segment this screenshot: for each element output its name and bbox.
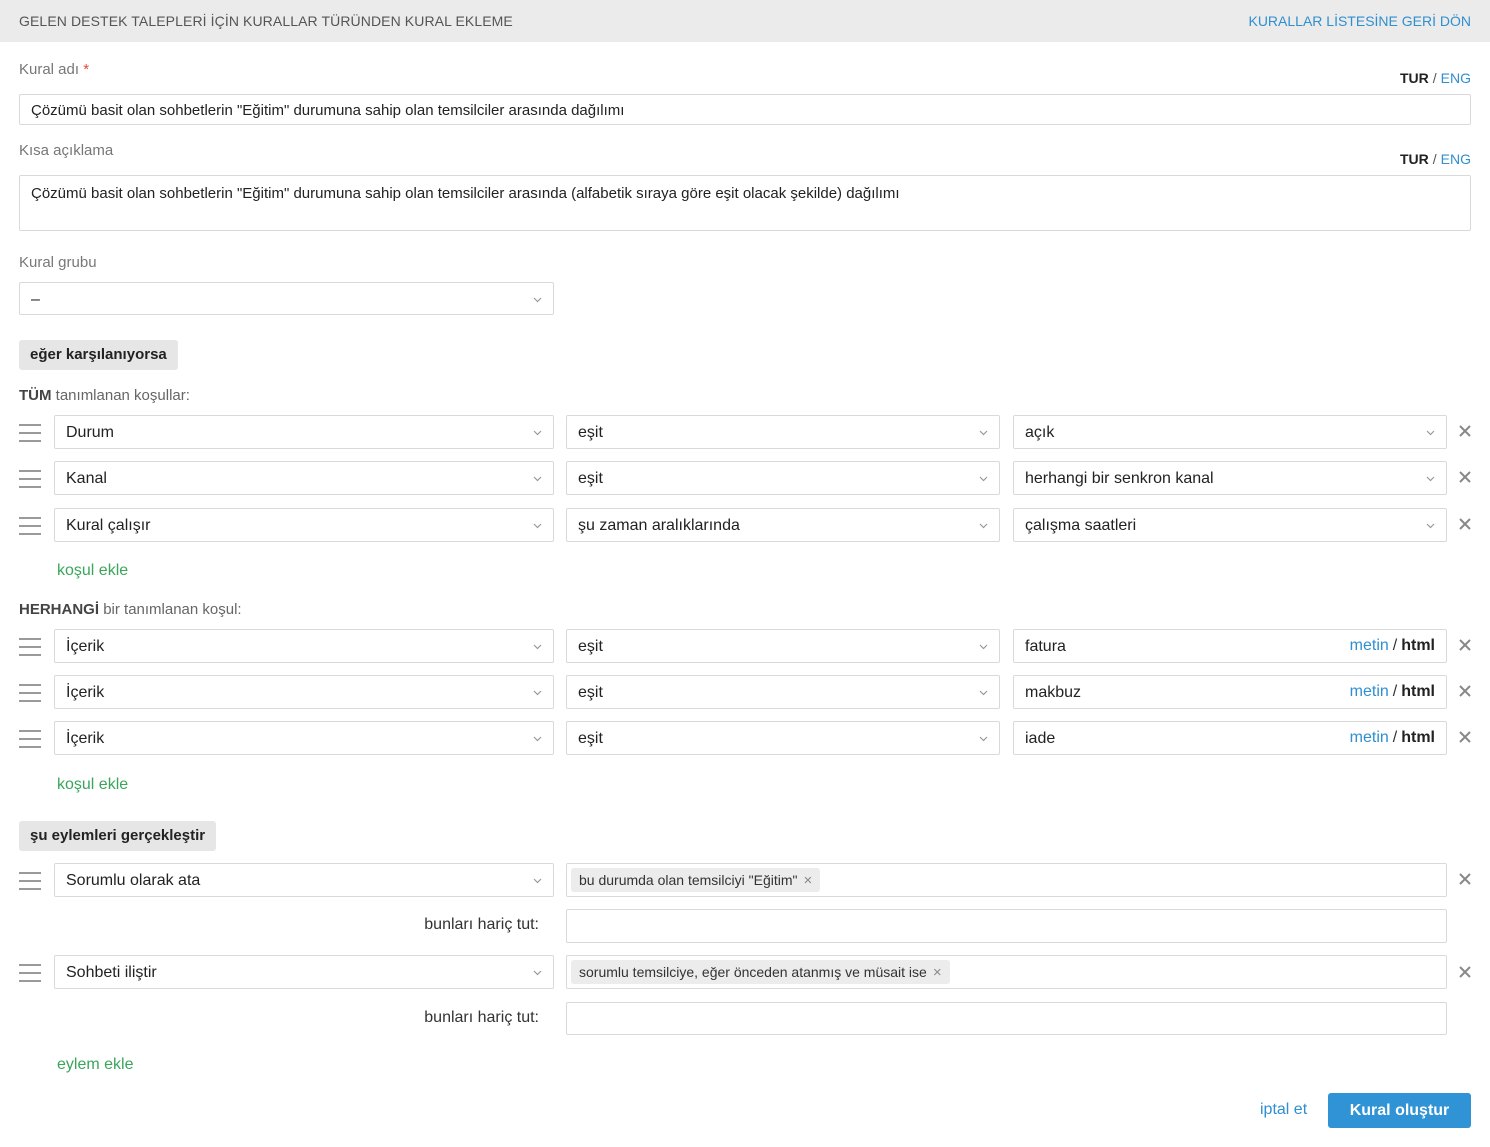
close-icon[interactable] [1457,683,1473,699]
drag-handle-icon[interactable] [19,730,41,748]
all-conditions-caption: TÜM tanımlanan koşullar: [19,387,190,404]
action-type-select[interactable]: Sohbeti iliştir [54,955,554,989]
page-header: GELEN DESTEK TALEPLERİ İÇİN KURALLAR TÜR… [0,0,1490,42]
page-title: GELEN DESTEK TALEPLERİ İÇİN KURALLAR TÜR… [19,13,513,29]
required-mark: * [83,61,90,78]
condition-field-select[interactable]: İçerik [54,721,554,755]
exclude-label: bunları hariç tut: [424,916,539,933]
close-icon[interactable] [1457,871,1473,887]
short-description-textarea[interactable]: Çözümü basit olan sohbetlerin "Eğitim" d… [19,175,1471,231]
chevron-down-icon [533,521,542,530]
add-condition-all-link[interactable]: koşul ekle [57,562,128,580]
lang-eng[interactable]: ENG [1441,70,1471,86]
lang-tur[interactable]: TUR [1400,151,1429,167]
chevron-down-icon [979,734,988,743]
lang-eng[interactable]: ENG [1441,151,1471,167]
format-toggle: metin / html [1349,683,1435,700]
chevron-down-icon [533,642,542,651]
create-rule-button[interactable]: Kural oluştur [1328,1093,1471,1128]
target-tag: bu durumda olan temsilciyi "Eğitim" × [571,868,821,892]
action-target-tag-input[interactable]: sorumlu temsilciye, eğer önceden atanmış… [566,955,1447,989]
chevron-down-icon [1426,428,1435,437]
exclude-label: bunları hariç tut: [424,1009,539,1026]
format-html-option[interactable]: html [1401,683,1435,700]
chevron-down-icon [533,876,542,885]
format-text-option[interactable]: metin [1350,683,1389,700]
rule-name-lang-switch: TUR / ENG [1399,70,1471,86]
rule-name-label: Kural adı * [19,61,90,78]
format-html-option[interactable]: html [1401,637,1435,654]
cancel-button[interactable]: iptal et [1260,1101,1307,1119]
chevron-down-icon [533,428,542,437]
condition-value-input[interactable]: fatura metin / html [1013,629,1447,663]
chevron-down-icon [979,688,988,697]
condition-operator-select[interactable]: eşit [566,675,1000,709]
condition-value-input[interactable]: makbuz metin / html [1013,675,1447,709]
format-text-option[interactable]: metin [1350,729,1389,746]
close-icon[interactable] [1457,423,1473,439]
close-icon[interactable] [1457,516,1473,532]
add-action-link[interactable]: eylem ekle [57,1056,133,1074]
condition-value-select[interactable]: herhangi bir senkron kanal [1013,461,1447,495]
rule-group-label: Kural grubu [19,254,97,271]
drag-handle-icon[interactable] [19,517,41,535]
close-icon[interactable] [1457,469,1473,485]
format-html-option[interactable]: html [1401,729,1435,746]
lang-tur[interactable]: TUR [1400,70,1429,86]
target-tag: sorumlu temsilciye, eğer önceden atanmış… [571,960,950,984]
drag-handle-icon[interactable] [19,964,41,982]
drag-handle-icon[interactable] [19,470,41,488]
drag-handle-icon[interactable] [19,424,41,442]
exclude-input[interactable] [566,909,1447,943]
chevron-down-icon [979,428,988,437]
short-description-lang-switch: TUR / ENG [1399,151,1471,167]
conditions-section-tag: eğer karşılanıyorsa [19,340,178,370]
format-toggle: metin / html [1349,729,1435,746]
condition-operator-select[interactable]: eşit [566,415,1000,449]
chevron-down-icon [533,968,542,977]
condition-value-select[interactable]: açık [1013,415,1447,449]
rule-name-input[interactable]: Çözümü basit olan sohbetlerin "Eğitim" d… [19,94,1471,125]
chevron-down-icon [1426,521,1435,530]
condition-value-select[interactable]: çalışma saatleri [1013,508,1447,542]
drag-handle-icon[interactable] [19,638,41,656]
format-toggle: metin / html [1349,637,1435,654]
chevron-down-icon [533,734,542,743]
rule-group-select[interactable]: – [19,282,554,315]
condition-operator-select[interactable]: eşit [566,629,1000,663]
tag-remove-icon[interactable]: × [803,872,812,889]
condition-field-select[interactable]: İçerik [54,675,554,709]
chevron-down-icon [533,474,542,483]
condition-field-select[interactable]: Kanal [54,461,554,495]
any-conditions-caption: HERHANGİ bir tanımlanan koşul: [19,601,242,618]
actions-section-tag: şu eylemleri gerçekleştir [19,821,217,851]
drag-handle-icon[interactable] [19,684,41,702]
chevron-down-icon [533,688,542,697]
tag-remove-icon[interactable]: × [933,964,942,981]
condition-operator-select[interactable]: eşit [566,721,1000,755]
format-text-option[interactable]: metin [1350,637,1389,654]
condition-value-input[interactable]: iade metin / html [1013,721,1447,755]
chevron-down-icon [979,474,988,483]
add-condition-any-link[interactable]: koşul ekle [57,776,128,794]
action-type-select[interactable]: Sorumlu olarak ata [54,863,554,897]
chevron-down-icon [1426,474,1435,483]
action-target-tag-input[interactable]: bu durumda olan temsilciyi "Eğitim" × [566,863,1447,897]
chevron-down-icon [533,295,542,304]
close-icon[interactable] [1457,637,1473,653]
close-icon[interactable] [1457,964,1473,980]
chevron-down-icon [979,521,988,530]
condition-operator-select[interactable]: eşit [566,461,1000,495]
condition-field-select[interactable]: Kural çalışır [54,508,554,542]
exclude-input[interactable] [566,1002,1447,1035]
close-icon[interactable] [1457,729,1473,745]
condition-field-select[interactable]: İçerik [54,629,554,663]
condition-field-select[interactable]: Durum [54,415,554,449]
back-to-rules-link[interactable]: KURALLAR LİSTESİNE GERİ DÖN [1248,13,1471,29]
short-description-label: Kısa açıklama [19,142,114,159]
drag-handle-icon[interactable] [19,872,41,890]
chevron-down-icon [979,642,988,651]
condition-operator-select[interactable]: şu zaman aralıklarında [566,508,1000,542]
